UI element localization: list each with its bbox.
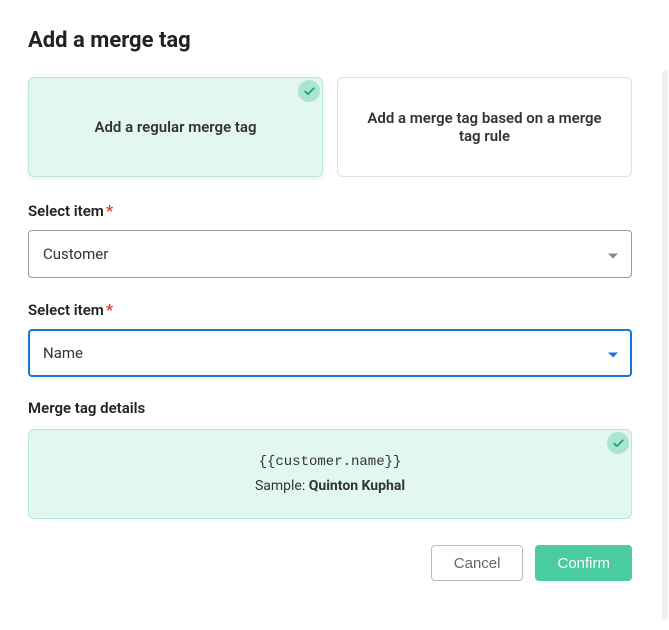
select-item-group-2: Select item* Name (28, 300, 632, 377)
option-cards: Add a regular merge tag Add a merge tag … (28, 77, 632, 177)
details-label: Merge tag details (28, 399, 632, 417)
option-label: Add a regular merge tag (94, 118, 256, 136)
page-title: Add a merge tag (28, 28, 632, 53)
select-item-label-1: Select item (28, 202, 104, 220)
select-item-label-2: Select item (28, 301, 104, 319)
required-asterisk-icon: * (106, 201, 113, 220)
sample-value: Quinton Kuphal (309, 478, 405, 494)
merge-tag-details-card: {{customer.name}} Sample: Quinton Kuphal (28, 429, 632, 519)
sample-label: Sample: (255, 478, 309, 494)
sample-line: Sample: Quinton Kuphal (45, 478, 615, 494)
scrollbar[interactable] (662, 70, 668, 620)
option-regular-merge-tag[interactable]: Add a regular merge tag (28, 77, 323, 177)
confirm-button[interactable]: Confirm (535, 545, 632, 581)
select-item-group-1: Select item* Customer (28, 201, 632, 278)
required-asterisk-icon: * (106, 300, 113, 319)
select-value: Name (43, 344, 83, 362)
button-row: Cancel Confirm (28, 545, 632, 591)
check-circle-icon (607, 432, 629, 454)
option-rule-merge-tag[interactable]: Add a merge tag based on a merge tag rul… (337, 77, 632, 177)
cancel-button[interactable]: Cancel (431, 545, 524, 581)
add-merge-tag-modal: Add a merge tag Add a regular merge tag … (0, 0, 660, 630)
select-value: Customer (43, 245, 108, 263)
select-item-1[interactable]: Customer (28, 230, 632, 278)
check-circle-icon (298, 80, 320, 102)
select-item-2[interactable]: Name (28, 329, 632, 377)
option-label: Add a merge tag based on a merge tag rul… (362, 109, 607, 145)
merge-tag-code: {{customer.name}} (45, 454, 615, 470)
